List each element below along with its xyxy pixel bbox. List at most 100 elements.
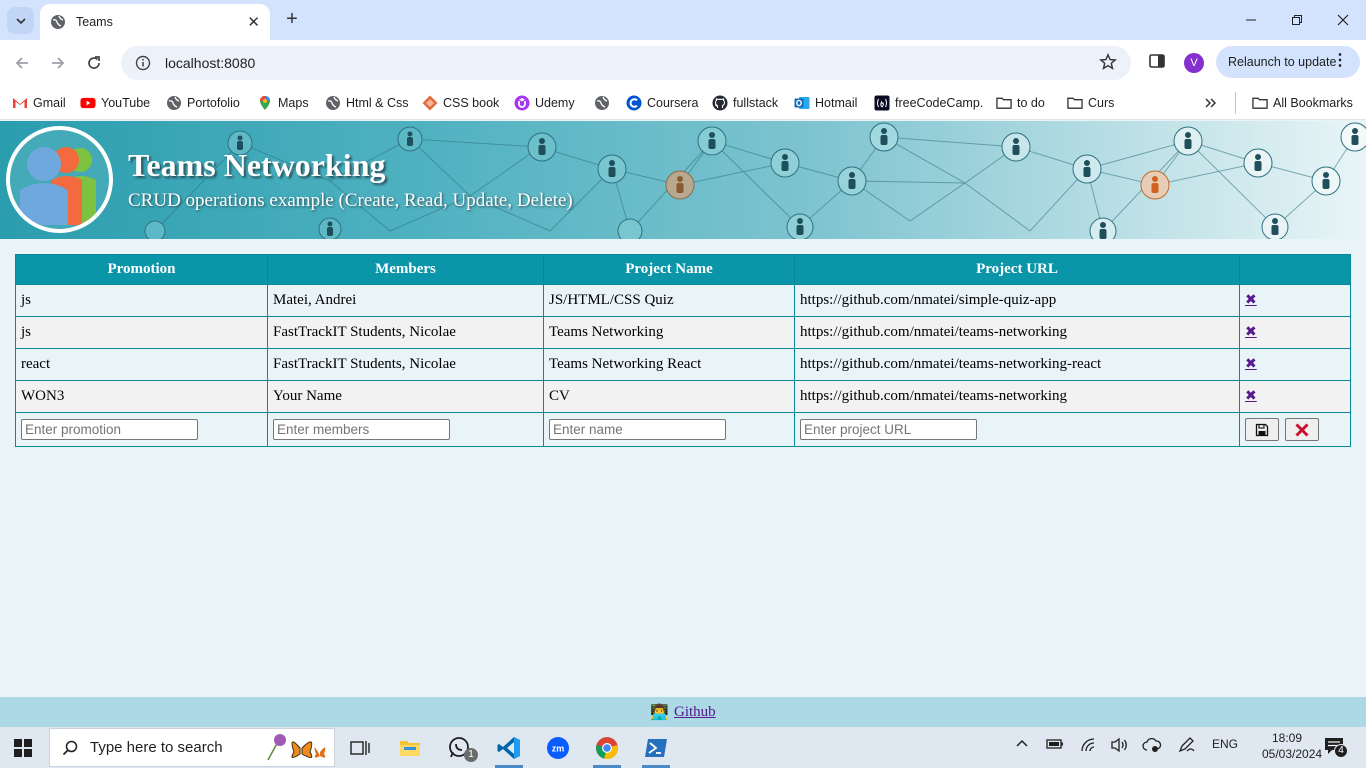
pen-icon — [1178, 737, 1195, 753]
cell-project-name: Teams Networking React — [543, 348, 795, 381]
delete-row-link[interactable]: ✖ — [1245, 388, 1257, 404]
table-row: react FastTrackIT Students, Nicolae Team… — [15, 348, 1351, 381]
delete-row-link[interactable]: ✖ — [1245, 292, 1257, 308]
task-view-button[interactable] — [340, 731, 380, 765]
forward-button[interactable] — [46, 51, 70, 75]
relaunch-to-update-button[interactable]: Relaunch to update ⋮ — [1216, 46, 1360, 78]
bookmark-html-css[interactable]: Html & Css — [325, 93, 409, 113]
side-panel-button[interactable] — [1147, 51, 1167, 74]
bookmark-gmail[interactable]: Gmail — [12, 93, 66, 113]
project-name-input[interactable] — [549, 419, 726, 440]
browser-tab[interactable]: Teams ✕ — [40, 4, 270, 40]
bookmarks-separator — [1235, 92, 1236, 114]
cancel-button[interactable] — [1284, 418, 1319, 441]
taskbar-zoom[interactable]: zm — [538, 731, 578, 765]
speaker-icon — [1111, 737, 1127, 753]
notification-center-button[interactable]: 4 — [1324, 737, 1348, 758]
coursera-icon — [626, 95, 642, 111]
tab-close-icon[interactable]: ✕ — [247, 13, 260, 31]
taskbar-whatsapp[interactable]: 1 — [440, 731, 480, 765]
reload-button[interactable] — [82, 51, 106, 75]
github-link[interactable]: Github — [674, 704, 716, 721]
bookmark-hotmail[interactable]: Hotmail — [794, 93, 857, 113]
column-header-project-url: Project URL — [794, 254, 1240, 285]
more-menu-icon[interactable]: ⋮ — [1332, 52, 1348, 70]
show-hidden-icons-button[interactable] — [1015, 737, 1029, 754]
cell-promotion: react — [15, 348, 268, 381]
save-button[interactable] — [1245, 418, 1279, 441]
bookmark-youtube[interactable]: YouTube — [80, 93, 150, 113]
team-logo — [6, 126, 113, 233]
restore-button[interactable] — [1274, 0, 1320, 40]
chevron-down-icon — [15, 17, 26, 24]
start-button[interactable] — [14, 739, 32, 760]
taskbar-search-box[interactable]: Type here to search — [49, 728, 335, 767]
bookmark-udemy[interactable]: Udemy — [514, 93, 575, 113]
search-icon — [62, 740, 78, 755]
pen-workspace-button[interactable] — [1178, 737, 1196, 756]
arrow-left-icon — [15, 57, 28, 69]
more-bookmarks-button[interactable] — [1204, 93, 1218, 113]
taskbar-file-explorer[interactable] — [390, 731, 430, 765]
address-bar[interactable]: localhost:8080 — [121, 46, 1131, 80]
bookmark-star-icon[interactable] — [1099, 53, 1117, 74]
double-chevron-right-icon — [1205, 98, 1217, 108]
bookmark-css-book[interactable]: CSS book — [422, 93, 499, 113]
tab-search-button[interactable] — [7, 7, 34, 34]
site-info-icon[interactable] — [135, 55, 151, 71]
page-subtitle: CRUD operations example (Create, Read, U… — [128, 190, 573, 211]
profile-avatar[interactable]: V — [1184, 53, 1204, 73]
delete-row-link[interactable]: ✖ — [1245, 356, 1257, 372]
cell-members: FastTrackIT Students, Nicolae — [267, 316, 544, 349]
bookmark-folder-curs[interactable]: Curs — [1067, 93, 1114, 113]
taskbar-clock[interactable]: 18:09 05/03/2024 — [1262, 730, 1322, 762]
udemy-icon — [514, 95, 530, 111]
new-tab-button[interactable]: + — [281, 9, 303, 31]
minimize-icon — [1246, 19, 1256, 21]
bookmark-freecodecamp[interactable]: freeCodeCamp. — [874, 93, 983, 113]
column-header-members: Members — [267, 254, 544, 285]
cell-members: Matei, Andrei — [267, 284, 544, 317]
cell-actions: ✖ — [1239, 380, 1351, 413]
back-button[interactable] — [10, 51, 34, 75]
close-window-button[interactable] — [1320, 0, 1366, 40]
volume-control[interactable] — [1110, 737, 1130, 756]
close-icon — [1337, 14, 1349, 26]
svg-text:zm: zm — [552, 744, 565, 754]
project-url-input[interactable] — [800, 419, 977, 440]
url-text[interactable]: localhost:8080 — [165, 55, 255, 71]
chrome-icon — [596, 737, 618, 759]
members-input[interactable] — [273, 419, 450, 440]
battery-status[interactable] — [1046, 737, 1064, 754]
windows-logo-icon — [14, 739, 32, 757]
bookmark-folder-to-do[interactable]: to do — [996, 93, 1045, 113]
taskbar-chrome[interactable] — [587, 731, 627, 768]
save-icon — [1255, 423, 1269, 436]
taskbar-search-placeholder: Type here to search — [90, 739, 223, 756]
bookmark-maps[interactable]: Maps — [257, 93, 309, 113]
tab-title: Teams — [76, 15, 113, 29]
table-row: js Matei, Andrei JS/HTML/CSS Quiz https:… — [15, 284, 1351, 317]
outlook-icon — [794, 97, 810, 109]
bookmark-globe[interactable] — [594, 93, 615, 113]
cell-project-url: https://github.com/nmatei/simple-quiz-ap… — [794, 284, 1240, 317]
notification-count-badge: 4 — [1334, 744, 1348, 758]
delete-row-link[interactable]: ✖ — [1245, 324, 1257, 340]
minimize-button[interactable] — [1228, 0, 1274, 40]
team-people-icon — [20, 147, 96, 225]
teams-table: Promotion Members Project Name Project U… — [15, 254, 1351, 447]
taskbar-powershell[interactable] — [636, 731, 676, 768]
reload-icon — [88, 56, 100, 69]
network-status[interactable] — [1080, 737, 1098, 756]
taskbar-vscode[interactable] — [489, 731, 529, 768]
promotion-input[interactable] — [21, 419, 198, 440]
cell-actions: ✖ — [1239, 284, 1351, 317]
maps-icon — [260, 96, 270, 110]
bookmark-fullstack[interactable]: fullstack — [712, 93, 778, 113]
cell-promotion: WON3 — [15, 380, 268, 413]
all-bookmarks-button[interactable]: All Bookmarks — [1252, 93, 1353, 113]
bookmark-portofolio[interactable]: Portofolio — [166, 93, 240, 113]
meet-now-status[interactable] — [1142, 737, 1162, 756]
input-language[interactable]: ENG — [1212, 737, 1238, 751]
bookmark-coursera[interactable]: Coursera — [626, 93, 698, 113]
